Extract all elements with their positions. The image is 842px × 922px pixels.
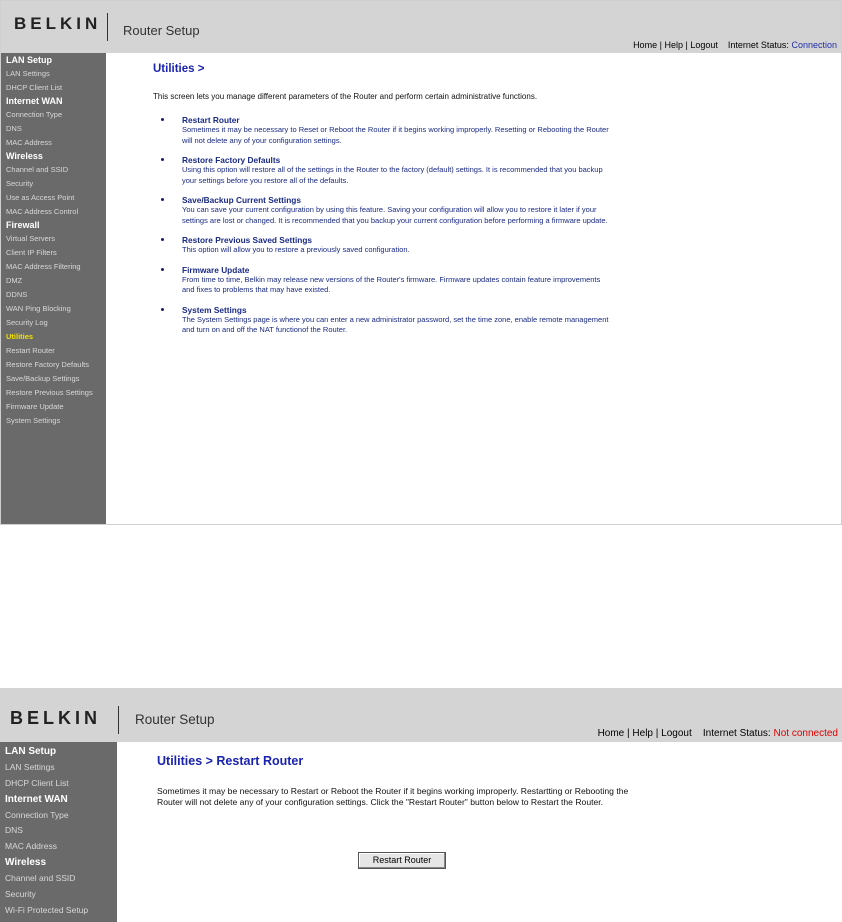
sidebar-item[interactable]: DDNS [1,288,106,302]
sidebar-item[interactable]: System Settings [1,414,106,428]
restart-router-screen: BELKIN Router Setup Home | Help | Logout… [0,688,842,922]
bullet-icon [161,118,164,121]
sidebar-item[interactable]: MAC Address Control [1,205,106,219]
sidebar-item[interactable]: DHCP Client List [1,81,106,95]
main-content: Utilities > This screen lets you manage … [153,63,813,345]
sidebar-item[interactable]: Connection Type [1,108,106,122]
belkin-logo: BELKIN [14,14,102,33]
restart-description: Sometimes it may be necessary to Restart… [157,786,629,808]
sidebar-item[interactable]: Firmware Update [1,400,106,414]
sidebar-item[interactable]: LAN Settings [1,67,106,81]
sidebar-item[interactable]: Security Log [1,316,106,330]
sidebar-item[interactable]: DMZ [1,274,106,288]
sidebar-item[interactable]: DNS [0,823,117,839]
sidebar-section-heading: Wireless [6,151,43,161]
bullet-icon [161,198,164,201]
sidebar-item[interactable]: Save/Backup Settings [1,372,106,386]
utility-section-title[interactable]: System Settings [182,305,613,315]
link-separator: | [627,728,630,739]
link-separator: | [659,40,662,50]
sidebar-item[interactable]: Channel and SSID [1,163,106,177]
utility-section: Restart Router Sometimes it may be necess… [153,115,613,146]
utility-section-description: This option will allow you to restore a … [182,245,410,254]
sidebar-item[interactable]: Restore Previous Settings [1,386,106,400]
sidebar-item[interactable]: Restore Factory Defaults [1,358,106,372]
internet-status-label: Internet Status: [702,728,771,739]
app-title: Router Setup [123,23,200,38]
internet-status-value: Not connected [773,728,839,739]
home-link[interactable]: Home [633,40,657,50]
help-link[interactable]: Help [664,40,683,50]
utility-section: Firmware Update From time to time, Belkin… [153,265,613,296]
internet-status-value: Connection [791,40,837,50]
utility-section-description: Using this option will restore all of th… [182,165,603,185]
sidebar-item[interactable]: Security [1,177,106,191]
internet-status-label: Internet Status: [727,40,789,50]
page-title: Utilities > [153,63,205,75]
sidebar-section-heading: LAN Setup [6,55,52,65]
bullet-icon [161,307,164,311]
bullet-icon [161,158,164,161]
sidebar-section-heading: LAN Setup [5,746,57,757]
sidebar-item[interactable]: DHCP Client List [0,776,117,792]
sidebar-item[interactable]: DNS [1,122,106,136]
bullet-icon [161,267,164,271]
link-separator: | [685,40,688,50]
page-title: Utilities > Restart Router [157,754,304,768]
sidebar-section-heading: Internet WAN [5,793,68,805]
sidebar-item[interactable]: Wi-Fi Protected Setup [0,903,117,919]
sidebar-section-heading: Internet WAN [6,96,63,106]
header-bar: BELKIN Router Setup Home | Help | Logout… [0,688,842,742]
utility-section-description: The System Settings page is where you ca… [182,314,609,335]
logo-divider [107,13,108,41]
sidebar-item[interactable]: Security [0,887,117,903]
utility-section-description: From time to time, Belkin may release ne… [182,274,601,295]
sidebar: LAN Setup LAN Settings DHCP Client List Int… [1,53,106,524]
sidebar-item[interactable]: WAN Ping Blocking [1,302,106,316]
sidebar-item[interactable]: Channel and SSID [0,871,117,887]
link-separator: | [655,728,659,739]
sidebar-item[interactable]: Client IP Filters [1,246,106,260]
logout-link[interactable]: Logout [661,728,692,739]
sidebar-item[interactable]: Virtual Servers [1,232,106,246]
utility-section-title[interactable]: Save/Backup Current Settings [182,195,613,205]
belkin-logo: BELKIN [10,708,101,728]
utility-section: Restore Factory Defaults Using this optio… [153,155,613,186]
sidebar-section-heading: Wireless [5,856,47,868]
utility-section-title[interactable]: Restore Factory Defaults [182,155,613,165]
sidebar-item[interactable]: Use as Access Point [1,191,106,205]
app-title: Router Setup [135,712,215,727]
sidebar-item-active[interactable]: Utilities [1,330,106,344]
sidebar-item[interactable]: MAC Address [1,136,106,150]
utility-section: Restore Previous Saved Settings This opti… [153,235,613,256]
logo-divider [118,706,119,734]
sidebar-item[interactable]: MAC Address [0,839,117,855]
utilities-screen: BELKIN Router Setup Home | Help | Logout… [0,0,842,525]
sidebar: LAN Setup LAN Settings DHCP Client List Int… [0,742,117,922]
sidebar-item[interactable]: Connection Type [0,808,117,824]
sidebar-item[interactable]: LAN Settings [0,760,117,776]
utility-section-title[interactable]: Restore Previous Saved Settings [182,235,613,245]
intro-text: This screen lets you manage different pa… [153,92,538,101]
sidebar-item[interactable]: MAC Address Filtering [1,260,106,274]
logout-link[interactable]: Logout [690,40,718,50]
header-links: Home | Help | Logout Internet Status: No… [598,728,838,739]
utility-section-title[interactable]: Firmware Update [182,265,613,275]
restart-router-button[interactable]: Restart Router [358,852,446,869]
utility-section-title[interactable]: Restart Router [182,115,613,125]
main-content: Utilities > Restart Router Sometimes it … [157,754,817,809]
utility-section-description: You can save your current configuration … [182,205,608,225]
help-link[interactable]: Help [632,728,653,739]
utility-section: System Settings The System Settings page … [153,305,613,336]
home-link[interactable]: Home [598,728,625,739]
utility-section-description: Sometimes it may be necessary to Reset o… [182,125,609,145]
header-links: Home | Help | Logout Internet Status: Co… [633,40,837,50]
bullet-icon [161,238,164,241]
utilities-list: Restart Router Sometimes it may be necess… [153,115,613,336]
sidebar-section-heading: Firewall [6,220,40,230]
utility-section: Save/Backup Current Settings You can save… [153,195,613,226]
sidebar-item[interactable]: Restart Router [1,344,106,358]
header-bar: BELKIN Router Setup Home | Help | Logout… [1,1,841,53]
